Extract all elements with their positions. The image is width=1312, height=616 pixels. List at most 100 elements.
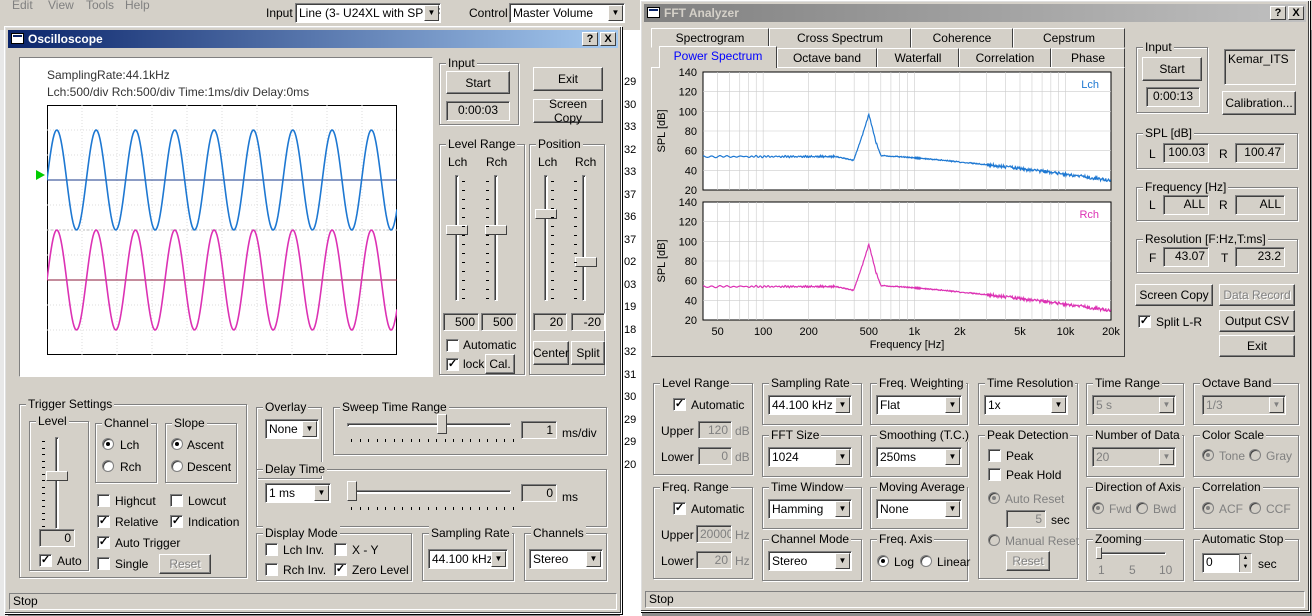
position-lch-slider-track[interactable]	[544, 175, 548, 301]
delay-slider-track[interactable]	[347, 490, 511, 494]
osc-screen-copy-button[interactable]: Screen Copy	[533, 97, 603, 125]
position-rch-slider[interactable]	[575, 257, 597, 267]
osc-sampling-rate-select[interactable]: 44.100 kHz ▼	[428, 549, 508, 569]
close-button[interactable]: X	[600, 32, 616, 46]
calibration-button[interactable]: Calibration...	[1222, 91, 1296, 115]
fft-screen-copy-button[interactable]: Screen Copy	[1135, 284, 1213, 306]
osc-exit-button[interactable]: Exit	[533, 67, 603, 91]
delay-slider[interactable]	[347, 481, 357, 501]
tab-spectrogram[interactable]: Spectrogram	[651, 28, 769, 48]
help-button[interactable]: ?	[582, 32, 598, 46]
auto-reset-radio[interactable]	[988, 492, 1000, 504]
single-checkbox[interactable]	[97, 557, 110, 570]
menu-edit[interactable]: Edit	[12, 0, 33, 12]
trigger-level-slider[interactable]	[46, 471, 68, 481]
overlay-select[interactable]: None ▼	[265, 419, 319, 439]
tab-power-spectrum[interactable]: Power Spectrum	[659, 46, 777, 68]
level-rch-slider-track[interactable]	[494, 175, 498, 301]
tab-cepstrum[interactable]: Cepstrum	[1013, 28, 1125, 48]
freq-weighting-select[interactable]: Flat ▼	[876, 395, 962, 415]
osc-start-button[interactable]: Start	[446, 71, 510, 94]
fft-start-button[interactable]: Start	[1142, 57, 1202, 81]
split-button[interactable]: Split	[571, 341, 605, 365]
sweep-slider[interactable]	[437, 414, 447, 434]
auto-trigger-checkbox[interactable]: ✓	[97, 536, 110, 549]
fft-exit-button[interactable]: Exit	[1219, 335, 1295, 357]
zoom-slider-track[interactable]	[1096, 552, 1166, 555]
output-csv-button[interactable]: Output CSV	[1219, 310, 1295, 332]
tab-correlation[interactable]: Correlation	[959, 48, 1051, 68]
tone-radio[interactable]	[1202, 449, 1214, 461]
smoothing-select[interactable]: 250ms ▼	[876, 447, 962, 467]
channels-select[interactable]: Stereo ▼	[529, 549, 603, 569]
trigger-auto-checkbox[interactable]: ✓	[39, 554, 52, 567]
input-device-select[interactable]: Line (3- U24XL with SPDIF ▼	[295, 3, 441, 23]
fft-size-select[interactable]: 1024 ▼	[768, 447, 852, 467]
rch-inv-checkbox[interactable]	[265, 563, 278, 576]
trigger-level-slider-track[interactable]	[55, 437, 59, 529]
spinner-icon[interactable]: ▲ ▼	[1239, 554, 1251, 572]
automatic-checkbox[interactable]	[446, 339, 459, 352]
fft-titlebar[interactable]: FFT Analyzer ? X	[644, 4, 1306, 22]
oscilloscope-titlebar[interactable]: Oscilloscope ? X	[8, 30, 618, 48]
menu-tools[interactable]: Tools	[86, 0, 114, 12]
gray-radio[interactable]	[1249, 449, 1261, 461]
manual-reset-radio[interactable]	[988, 534, 1000, 546]
fft-level-automatic-checkbox[interactable]: ✓	[673, 398, 686, 411]
split-lr-checkbox[interactable]: ✓	[1138, 315, 1151, 328]
acf-radio[interactable]	[1202, 502, 1214, 514]
tab-coherence[interactable]: Coherence	[911, 28, 1013, 48]
zoom-slider[interactable]	[1096, 547, 1102, 559]
ccf-radio[interactable]	[1249, 502, 1261, 514]
level-lch-slider-track[interactable]	[455, 175, 459, 301]
time-window-select[interactable]: Hamming ▼	[768, 499, 852, 519]
peak-checkbox[interactable]	[988, 449, 1001, 462]
tab-waterfall[interactable]: Waterfall	[877, 48, 959, 68]
auto-reset-field[interactable]: 5	[1006, 510, 1046, 528]
slope-descent-radio[interactable]	[171, 460, 183, 472]
data-record-button[interactable]: Data Record	[1219, 284, 1295, 306]
moving-average-select[interactable]: None ▼	[876, 499, 962, 519]
freq-lower-field[interactable]: 20	[696, 551, 732, 569]
tab-cross-spectrum[interactable]: Cross Spectrum	[769, 28, 911, 48]
indication-checkbox[interactable]: ✓	[170, 515, 183, 528]
channel-lch-radio[interactable]	[102, 438, 114, 450]
number-of-data-select[interactable]: 20 ▼	[1092, 447, 1176, 467]
time-resolution-select[interactable]: 1x ▼	[984, 395, 1068, 415]
fft-sampling-rate-select[interactable]: 44.100 kHz ▼	[768, 395, 852, 415]
peak-hold-checkbox[interactable]	[988, 468, 1001, 481]
tab-phase[interactable]: Phase	[1051, 48, 1125, 68]
freq-upper-field[interactable]: 20000	[696, 525, 732, 543]
relative-checkbox[interactable]: ✓	[97, 515, 110, 528]
octave-band-select[interactable]: 1/3 ▼	[1202, 395, 1286, 415]
fwd-radio[interactable]	[1092, 502, 1104, 514]
cal-button[interactable]: Cal.	[485, 354, 515, 374]
delay-select[interactable]: 1 ms ▼	[265, 483, 331, 503]
menu-help[interactable]: Help	[125, 0, 150, 12]
control-select[interactable]: Master Volume ▼	[509, 3, 625, 23]
channel-mode-select[interactable]: Stereo ▼	[768, 551, 852, 571]
help-button[interactable]: ?	[1270, 6, 1286, 20]
lowcut-checkbox[interactable]	[170, 494, 183, 507]
close-button[interactable]: X	[1288, 6, 1304, 20]
log-radio[interactable]	[877, 555, 889, 567]
channel-rch-radio[interactable]	[102, 460, 114, 472]
position-rch-slider-track[interactable]	[582, 175, 586, 301]
trigger-reset-button[interactable]: Reset	[159, 554, 211, 574]
peak-reset-button[interactable]: Reset	[1006, 551, 1050, 571]
lch-inv-checkbox[interactable]	[265, 543, 278, 556]
linear-radio[interactable]	[920, 555, 932, 567]
lock-checkbox[interactable]: ✓	[446, 358, 459, 371]
center-button[interactable]: Center	[533, 341, 569, 365]
bwd-radio[interactable]	[1136, 502, 1148, 514]
time-range-select[interactable]: 5 s ▼	[1092, 395, 1176, 415]
freq-range-automatic-checkbox[interactable]: ✓	[673, 502, 686, 515]
level-lower-field[interactable]: 0	[698, 447, 732, 465]
highcut-checkbox[interactable]	[97, 494, 110, 507]
tab-octave-band[interactable]: Octave band	[777, 48, 877, 68]
menu-view[interactable]: View	[48, 0, 74, 12]
slope-ascent-radio[interactable]	[171, 438, 183, 450]
xy-checkbox[interactable]	[334, 543, 347, 556]
level-upper-field[interactable]: 120	[698, 421, 732, 439]
zero-level-checkbox[interactable]: ✓	[334, 563, 347, 576]
